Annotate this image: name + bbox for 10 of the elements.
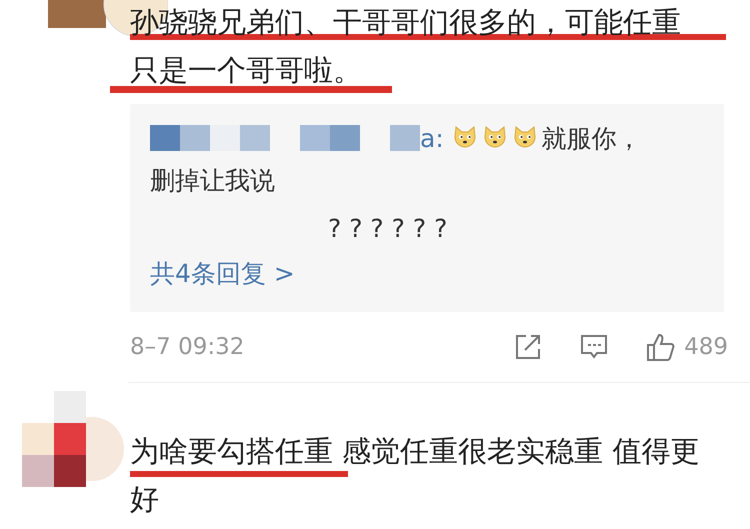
comment-button[interactable] [580, 333, 608, 361]
thumbs-up-icon [646, 332, 676, 362]
more-replies-link[interactable]: 共4条回复 > [150, 259, 295, 288]
share-icon [514, 333, 542, 361]
comment-time: 8–7 09:32 [130, 334, 246, 360]
like-button[interactable]: 489 [646, 332, 728, 362]
reply-text: a: 就服你，删掉让我说 [150, 123, 643, 197]
reply-text: ? ? ? ? ? ? [327, 213, 448, 245]
share-button[interactable] [514, 333, 542, 361]
comment-icon [580, 333, 608, 361]
